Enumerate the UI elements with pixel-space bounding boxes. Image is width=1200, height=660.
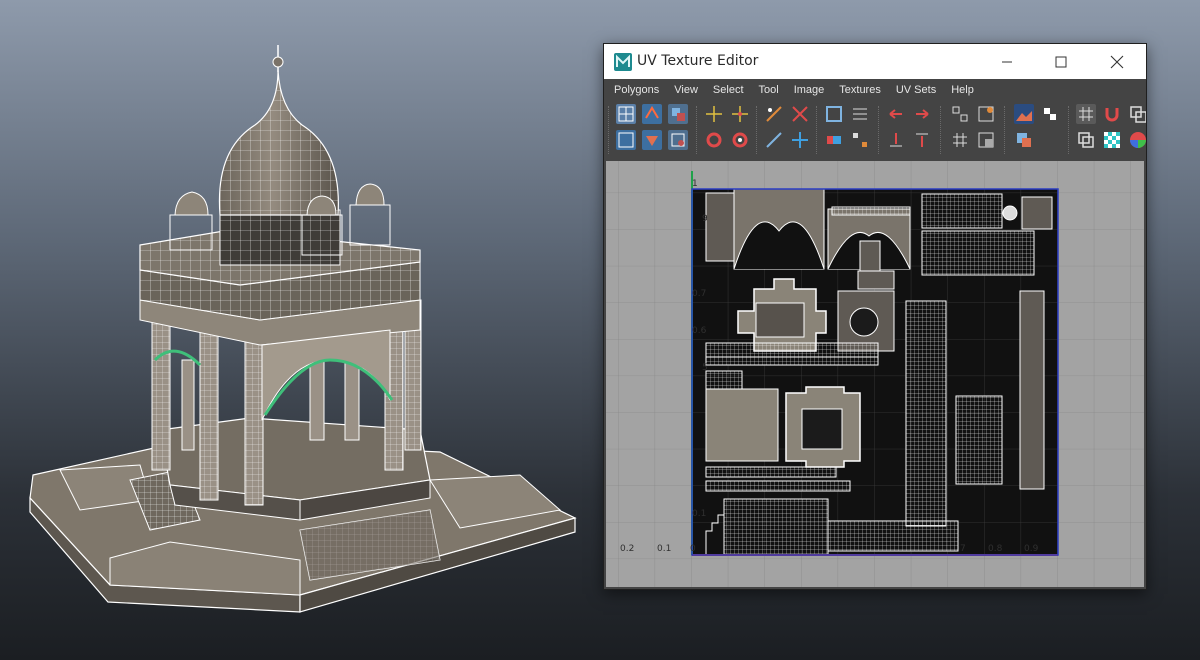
menu-textures[interactable]: Textures — [839, 84, 881, 96]
close-icon — [1110, 55, 1124, 68]
window-title: UV Texture Editor — [637, 53, 759, 69]
shell-snap-icon[interactable] — [976, 130, 996, 150]
texture-image-icon[interactable] — [1014, 104, 1034, 124]
checker-icon[interactable] — [1040, 104, 1060, 124]
u-tick-label: 0.1 — [657, 544, 672, 554]
minimize-icon — [1002, 61, 1012, 62]
uv-texture-editor-window[interactable]: UV Texture Editor Polygons View Select T… — [603, 43, 1147, 590]
magnet-icon[interactable] — [1102, 104, 1122, 124]
move-arrows-icon[interactable] — [730, 104, 750, 124]
grid-toggle-icon[interactable] — [1076, 104, 1096, 124]
v-tick-label: 5 — [702, 363, 708, 373]
normalize-icon[interactable] — [850, 130, 870, 150]
v-tick-label: 1 — [692, 179, 698, 189]
v-tick-label: 0.6 — [692, 326, 707, 336]
u-tick-label: 7 — [960, 544, 966, 554]
shell-select-icon[interactable] — [976, 104, 996, 124]
uv-select-icon[interactable] — [616, 104, 636, 124]
menu-tool[interactable]: Tool — [759, 84, 779, 96]
uv-canvas[interactable]: 0.2 0.1 0 7 0.8 0.9 1 9 0.7 0.6 5 0.1 — [606, 161, 1144, 587]
move-uv-icon[interactable] — [642, 104, 662, 124]
v-tick-label: 0.1 — [692, 509, 707, 519]
window-titlebar[interactable]: UV Texture Editor — [604, 44, 1146, 79]
move-arrows-icon[interactable] — [704, 104, 724, 124]
maximize-icon — [1055, 56, 1067, 67]
menu-help[interactable]: Help — [951, 84, 974, 96]
arrow-right-icon[interactable] — [912, 104, 932, 124]
snap-uv-icon[interactable] — [764, 104, 784, 124]
rotate-cw-icon[interactable] — [730, 130, 750, 150]
flip-uv-icon[interactable] — [824, 104, 844, 124]
temple-dome-drum — [219, 209, 341, 266]
checker-map-icon[interactable] — [1102, 130, 1122, 150]
close-button[interactable] — [1094, 44, 1140, 79]
maximize-button[interactable] — [1038, 44, 1084, 79]
u-tick-label: 0 — [690, 544, 696, 554]
u-tick-label: 0.8 — [988, 544, 1003, 554]
arrow-down-icon[interactable] — [886, 130, 906, 150]
3d-viewport[interactable] — [0, 0, 600, 660]
grid-snap-icon[interactable] — [950, 130, 970, 150]
menu-image[interactable]: Image — [794, 84, 825, 96]
align-uv-icon[interactable] — [764, 130, 784, 150]
menu-bar: Polygons View Select Tool Image Textures… — [604, 79, 1146, 101]
grid-select-icon[interactable] — [950, 104, 970, 124]
menu-view[interactable]: View — [674, 84, 698, 96]
cut-uv-icon[interactable] — [790, 104, 810, 124]
layout-uv-icon[interactable] — [850, 104, 870, 124]
menu-select[interactable]: Select — [713, 84, 744, 96]
u-tick-label: 0.9 — [1024, 544, 1039, 554]
arrow-up-icon[interactable] — [912, 130, 932, 150]
uv-toolbar — [604, 101, 1146, 155]
image-range-icon[interactable] — [1014, 130, 1034, 150]
maya-app-icon — [614, 53, 632, 71]
stack-uv-icon[interactable] — [824, 130, 844, 150]
temple-main-dome — [218, 45, 339, 216]
v-tick-label: 0.7 — [692, 289, 707, 299]
unfold-icon[interactable] — [642, 130, 662, 150]
color-wheel-icon[interactable] — [1128, 130, 1146, 150]
sew-uv-icon[interactable] — [790, 130, 810, 150]
display-wire-icon[interactable] — [1076, 130, 1096, 150]
relax-icon[interactable] — [668, 130, 688, 150]
uv-paint-icon[interactable] — [668, 104, 688, 124]
arrow-left-icon[interactable] — [886, 104, 906, 124]
menu-uv-sets[interactable]: UV Sets — [896, 84, 936, 96]
u-tick-label: 0.2 — [620, 544, 635, 554]
v-tick-label: 9 — [702, 214, 708, 224]
uv-frame-icon[interactable] — [616, 130, 636, 150]
overlap-icon[interactable] — [1128, 104, 1146, 124]
rotate-ccw-icon[interactable] — [704, 130, 724, 150]
menu-polygons[interactable]: Polygons — [614, 84, 659, 96]
minimize-button[interactable] — [984, 44, 1030, 79]
